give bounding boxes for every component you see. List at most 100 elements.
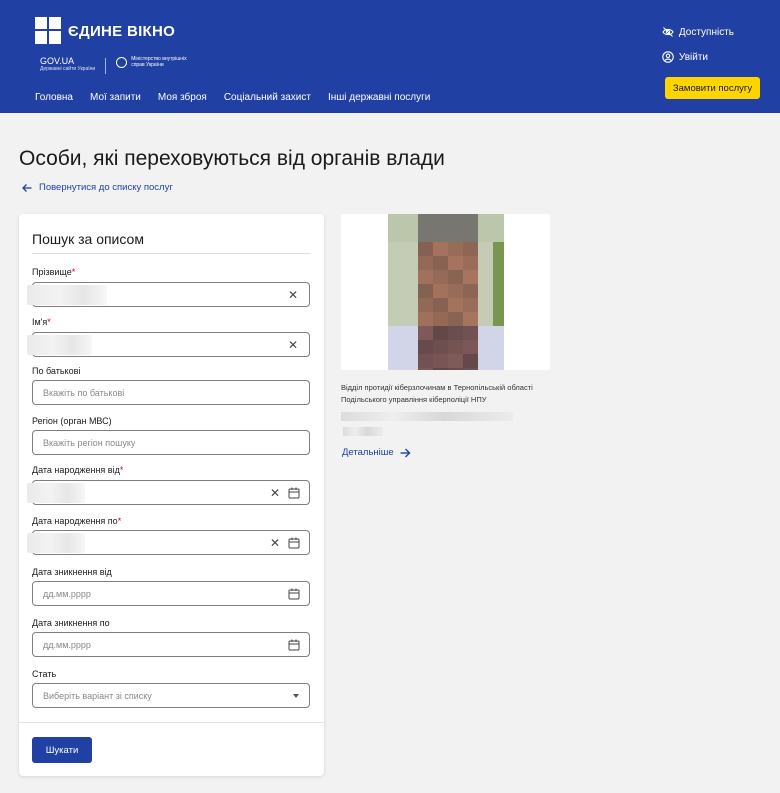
result-department: Відділ протидії кіберзлочинам в Тернопіл… (341, 382, 556, 406)
accessibility-link[interactable]: Доступність (662, 25, 734, 39)
sex-placeholder: Виберіть варіант зі списку (43, 690, 152, 701)
required-mark: * (119, 465, 124, 475)
photo-pixel (388, 312, 403, 326)
top-links: Доступність Увійти (662, 25, 734, 75)
photo-pixel (403, 340, 418, 354)
photo-pixel (388, 270, 403, 284)
form-title: Пошук за описом (32, 231, 144, 247)
photo-pixel (448, 354, 463, 368)
photo-pixel (418, 368, 433, 370)
photo-pixel (433, 340, 448, 354)
details-link-label: Детальніше (342, 447, 394, 458)
clear-icon[interactable]: ✕ (288, 288, 298, 302)
photo-pixel (448, 270, 463, 284)
photo-pixel (403, 284, 418, 298)
required-mark: * (47, 317, 51, 327)
surname-input[interactable]: ✕ (27, 282, 310, 307)
ministry-emblem-icon (116, 56, 128, 68)
main-nav: Головна Мої запити Моя зброя Соціальний … (35, 92, 430, 103)
photo-pixel (463, 256, 478, 270)
redacted-value (27, 533, 85, 553)
login-label: Увійти (678, 51, 708, 63)
photo-pixel (433, 270, 448, 284)
photo-pixel (433, 298, 448, 312)
region-input[interactable]: Вкажіть регіон пошуку (32, 430, 310, 455)
details-link[interactable]: Детальніше (342, 447, 411, 458)
back-link[interactable]: Повернутися до списку послуг (22, 182, 173, 193)
photo-pixel (448, 256, 463, 270)
photo-pixel (478, 368, 493, 370)
redacted-date (343, 427, 383, 436)
photo-pixel (418, 270, 433, 284)
photo-pixel (463, 270, 478, 284)
photo-pixel (388, 354, 403, 368)
photo-pixel (418, 298, 433, 312)
photo-pixel (388, 256, 403, 270)
photo-pixel (478, 284, 493, 298)
photo-pixel (463, 340, 478, 354)
user-icon (662, 51, 674, 63)
photo-pixel (478, 256, 493, 270)
missing-to-label: Дата зникнення по (32, 618, 110, 628)
surname-label: Прізвище* (32, 267, 76, 277)
search-button[interactable]: Шукати (32, 737, 92, 763)
missing-from-input[interactable]: дд.мм.рррр (32, 581, 310, 606)
logo[interactable]: ЄДИНЕ ВІКНО (35, 17, 175, 45)
calendar-icon[interactable] (288, 639, 300, 651)
page-title: Особи, які переховуються від органів вла… (19, 147, 445, 170)
nav-item-my-requests[interactable]: Мої запити (90, 92, 141, 103)
form-footer-divider (19, 722, 324, 723)
site-header: ЄДИНЕ ВІКНО GOV.UA Державні сайти Україн… (0, 0, 780, 113)
clear-icon[interactable]: ✕ (270, 486, 280, 500)
photo-pixel (433, 214, 448, 228)
missing-to-input[interactable]: дд.мм.рррр (32, 632, 310, 657)
ministry-badge: Міністерство внутрішніх справ України (116, 56, 196, 68)
photo-pixel (448, 298, 463, 312)
photo-pixel (418, 242, 433, 256)
nav-item-my-weapon[interactable]: Моя зброя (158, 92, 207, 103)
photo-pixel (418, 214, 433, 228)
birth-from-input[interactable]: ✕ (27, 480, 310, 505)
photo-pixel (403, 298, 418, 312)
nav-item-other-services[interactable]: Інші державні послуги (328, 92, 430, 103)
photo-pixel (493, 326, 504, 340)
birth-to-input[interactable]: ✕ (27, 530, 310, 555)
birth-to-label: Дата народження по* (32, 516, 122, 526)
calendar-icon[interactable] (288, 588, 300, 600)
result-photo-card[interactable] (341, 214, 550, 370)
photo-pixel (418, 312, 433, 326)
photo-pixel (493, 340, 504, 354)
photo-pixel (478, 354, 493, 368)
photo-pixel (403, 368, 418, 370)
photo-pixel (388, 228, 403, 242)
logo-mark-icon (35, 17, 62, 45)
photo-pixel (433, 228, 448, 242)
patronymic-label: По батькові (32, 366, 81, 376)
calendar-icon[interactable] (288, 487, 300, 499)
redacted-value (27, 335, 92, 355)
patronymic-input[interactable]: Вкажіть по батькові (32, 380, 310, 405)
name-input[interactable]: ✕ (27, 332, 310, 357)
nav-item-home[interactable]: Головна (35, 92, 73, 103)
clear-icon[interactable]: ✕ (288, 338, 298, 352)
calendar-icon[interactable] (288, 537, 300, 549)
gov-label: GOV.UA (40, 56, 75, 66)
eye-off-icon (662, 27, 674, 37)
arrow-right-icon (400, 448, 411, 457)
order-service-button[interactable]: Замовити послугу (665, 77, 760, 99)
nav-item-social-protection[interactable]: Соціальний захист (224, 92, 311, 103)
photo-pixel (463, 214, 478, 228)
photo-pixel (478, 326, 493, 340)
photo-pixel (493, 256, 504, 270)
chevron-down-icon (293, 694, 299, 698)
clear-icon[interactable]: ✕ (270, 536, 280, 550)
region-label: Регіон (орган МВС) (32, 416, 112, 426)
sex-select[interactable]: Виберіть варіант зі списку (32, 683, 310, 708)
photo-pixel (493, 270, 504, 284)
login-link[interactable]: Увійти (662, 50, 734, 64)
photo-pixel (448, 284, 463, 298)
photo-pixel (403, 228, 418, 242)
photo-pixel (448, 214, 463, 228)
region-placeholder: Вкажіть регіон пошуку (43, 437, 136, 448)
photo-pixel (463, 312, 478, 326)
